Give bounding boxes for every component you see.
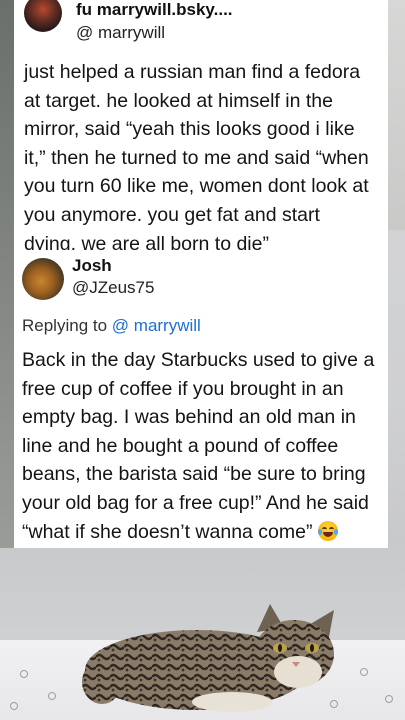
- avatar[interactable]: [24, 0, 62, 32]
- video-frame: fu marrywill.bsky.... @ marrywill just h…: [0, 0, 405, 720]
- reply-text: Back in the day Starbucks used to give a…: [22, 349, 375, 543]
- background-edge-left: [0, 0, 14, 548]
- author-handle[interactable]: @JZeus75: [72, 278, 154, 298]
- replying-to: Replying to @ marrywill: [22, 316, 201, 336]
- avatar[interactable]: [22, 258, 64, 300]
- cat-image: [82, 604, 334, 712]
- author-name[interactable]: fu marrywill.bsky....: [76, 0, 233, 20]
- background-edge-right: [387, 0, 405, 230]
- reply-tweet-card: Josh @JZeus75 Replying to @ marrywill Ba…: [14, 250, 388, 548]
- tweet-text: Back in the day Starbucks used to give a…: [22, 346, 382, 546]
- tweet-text: just helped a russian man find a fedora …: [24, 61, 369, 255]
- author-handle[interactable]: @ marrywill: [76, 23, 165, 43]
- author-name[interactable]: Josh: [72, 256, 112, 276]
- original-tweet-card: fu marrywill.bsky.... @ marrywill just h…: [14, 0, 388, 258]
- laughing-with-tears-icon: [317, 520, 338, 541]
- replying-to-label: Replying to: [22, 316, 108, 335]
- replying-to-mention[interactable]: @ marrywill: [112, 316, 201, 335]
